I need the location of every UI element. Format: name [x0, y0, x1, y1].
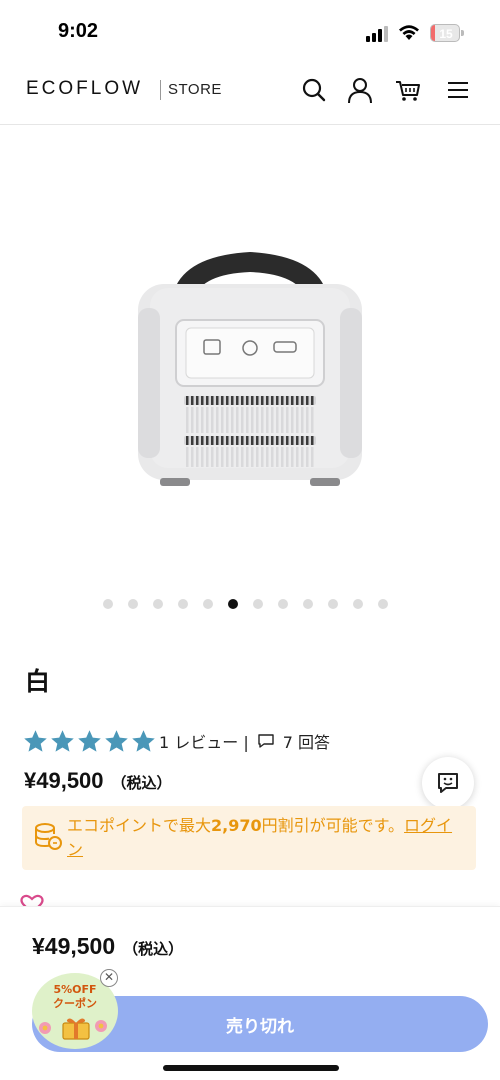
chat-support-button[interactable] [422, 757, 474, 809]
coins-icon [35, 823, 62, 850]
carousel-dot[interactable] [328, 599, 338, 609]
flower-icon [39, 1022, 51, 1034]
logo-separator [160, 80, 161, 100]
carousel-dot[interactable] [153, 599, 163, 609]
qa-chat-icon [258, 734, 274, 748]
signal-icon [366, 26, 388, 42]
coupon-text: 5%OFF クーポン [32, 983, 118, 1011]
qa-count-link[interactable]: 7 回答 [283, 729, 330, 753]
product-image[interactable] [130, 248, 370, 493]
coupon-badge[interactable]: 5%OFF クーポン ✕ [32, 969, 122, 1049]
brand-logo[interactable]: ECOFLOW [26, 78, 143, 100]
header-divider [0, 124, 500, 125]
variant-title: 白 [25, 667, 51, 696]
home-indicator [163, 1065, 339, 1071]
status-bar: 9:02 15 [0, 0, 500, 60]
site-header: ECOFLOW STORE [0, 66, 500, 116]
points-text-after: 円割引が可能です。 [261, 816, 405, 835]
account-icon[interactable] [346, 76, 374, 104]
battery-icon: 15 [430, 24, 464, 42]
star-icon [132, 729, 155, 752]
review-count-link[interactable]: 1 レビュー | [159, 729, 249, 753]
tax-label: （税込） [111, 774, 172, 792]
carousel-dots [103, 599, 388, 611]
carousel-dot[interactable] [128, 599, 138, 609]
rating-row: 1 レビュー | 7 回答 [22, 727, 330, 755]
star-icon [105, 729, 128, 752]
coupon-close-icon[interactable]: ✕ [100, 969, 118, 987]
carousel-dot[interactable] [103, 599, 113, 609]
status-time: 9:02 [58, 20, 99, 42]
star-icon [24, 729, 47, 752]
points-text-before: エコポイントで最大 [67, 816, 212, 835]
carousel-dot[interactable] [253, 599, 263, 609]
eco-points-text: エコポイントで最大2,970円割引が可能です。ログイン [67, 814, 467, 862]
coupon-line2: クーポン [53, 997, 97, 1010]
carousel-dot[interactable] [278, 599, 288, 609]
points-highlight: 2,970 [211, 816, 262, 835]
carousel-dot[interactable] [303, 599, 313, 609]
chat-smile-icon [438, 773, 458, 793]
product-price: ¥49,500 [24, 768, 104, 793]
carousel-dot[interactable] [353, 599, 363, 609]
wifi-icon [399, 25, 419, 40]
eco-points-banner: エコポイントで最大2,970円割引が可能です。ログイン [22, 806, 476, 870]
carousel-dot[interactable] [378, 599, 388, 609]
bottom-price: ¥49,500 [32, 933, 116, 959]
carousel-dot[interactable] [203, 599, 213, 609]
star-icon [51, 729, 74, 752]
menu-icon[interactable] [444, 76, 472, 104]
store-label[interactable]: STORE [168, 81, 222, 98]
battery-level: 15 [439, 27, 453, 41]
bottom-price-row: ¥49,500 （税込） [32, 933, 183, 960]
cart-icon[interactable] [394, 76, 422, 104]
bottom-tax-label: （税込） [123, 940, 184, 958]
rating-stars[interactable] [22, 728, 157, 755]
carousel-dot[interactable] [228, 599, 238, 609]
flower-icon [95, 1020, 107, 1032]
carousel-dot[interactable] [178, 599, 188, 609]
gift-box-icon [62, 1018, 90, 1040]
search-icon[interactable] [300, 76, 328, 104]
price-row: ¥49,500 （税込） [24, 768, 172, 794]
star-icon [78, 729, 101, 752]
